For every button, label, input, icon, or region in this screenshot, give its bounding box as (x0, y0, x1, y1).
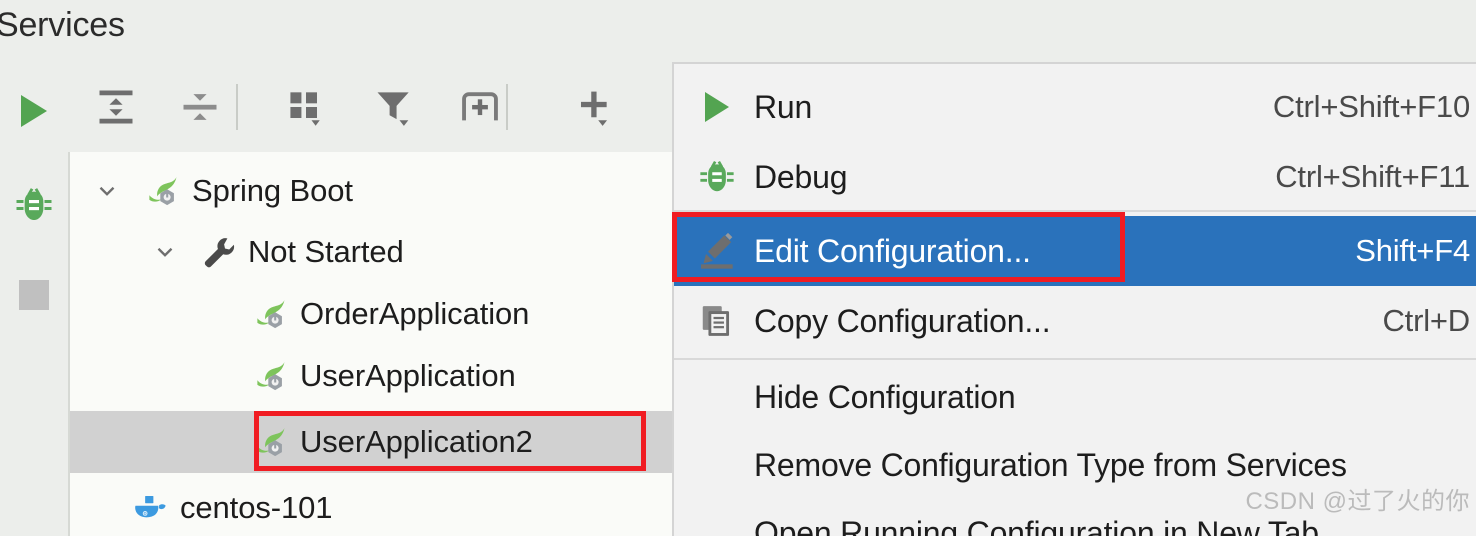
tree-row[interactable]: OrderApplication (70, 283, 672, 345)
menu-item-edit-configuration[interactable]: Edit Configuration... Shift+F4 (674, 216, 1476, 286)
menu-item-shortcut: Ctrl+Shift+F10 (1272, 89, 1470, 124)
menu-item-label: Run (754, 88, 813, 125)
menu-item-label: Hide Configuration (754, 378, 1016, 415)
gutter-debug-button[interactable] (0, 174, 68, 236)
copy-icon (692, 299, 742, 343)
debug-icon (692, 155, 742, 199)
wrench-icon (200, 233, 238, 271)
tree-row-label: UserApplication (300, 358, 516, 393)
debug-icon (16, 188, 52, 220)
group-by-icon (290, 92, 320, 126)
menu-item-label: Debug (754, 158, 848, 195)
spring-boot-icon (252, 423, 290, 461)
menu-item-label: Open Running Configuration in New Tab (754, 514, 1319, 536)
tree-row-label: centos-101 (180, 490, 333, 525)
services-tree[interactable]: Spring Boot Not Started OrderApplication… (70, 152, 672, 536)
filter-button[interactable] (360, 76, 428, 138)
add-tab-icon (462, 92, 498, 121)
group-by-button[interactable] (272, 76, 340, 138)
run-icon (692, 85, 742, 129)
collapse-all-icon (183, 94, 217, 120)
services-toolbar (68, 62, 672, 154)
tree-row-label: Spring Boot (192, 173, 353, 208)
tree-row-label: Not Started (248, 234, 404, 269)
tree-row-selected[interactable]: UserApplication2 (70, 411, 672, 473)
stop-icon (19, 280, 49, 310)
tree-row[interactable]: Not Started (70, 221, 672, 283)
tree-row-label: UserApplication2 (300, 424, 533, 459)
menu-item-run[interactable]: Run Ctrl+Shift+F10 (674, 72, 1476, 142)
menu-item-copy-configuration[interactable]: Copy Configuration... Ctrl+D (674, 286, 1476, 356)
no-icon (692, 375, 742, 419)
watermark: CSDN @过了火的你 (1245, 488, 1470, 515)
add-service-button[interactable] (560, 76, 628, 138)
menu-item-shortcut: Ctrl+Shift+F11 (1275, 159, 1470, 194)
spring-boot-icon (144, 172, 182, 210)
services-tool-window: Services Spring Boot Not Started OrderAp… (0, 0, 1476, 536)
menu-item-label: Copy Configuration... (754, 302, 1051, 339)
pencil-icon (692, 229, 742, 273)
menu-item-label: Edit Configuration... (754, 232, 1031, 269)
chevron-down-icon[interactable] (148, 235, 182, 269)
menu-separator (674, 358, 1476, 360)
expand-all-button[interactable] (82, 76, 150, 138)
gutter-stop-button[interactable] (0, 264, 68, 326)
toolbar-separator (236, 84, 238, 130)
tree-row[interactable]: UserApplication (70, 345, 672, 407)
expand-all-icon (99, 90, 133, 124)
no-icon (692, 443, 742, 487)
run-icon (21, 95, 47, 127)
tool-window-header: Services (0, 0, 1476, 62)
menu-item-label: Remove Configuration Type from Services (754, 446, 1347, 483)
tree-row[interactable]: o centos-101 (70, 477, 672, 536)
menu-item-shortcut: Shift+F4 (1355, 233, 1470, 268)
context-menu[interactable]: Run Ctrl+Shift+F10 Debug Ctrl+Shift+F11 … (672, 62, 1476, 536)
menu-item-shortcut: Ctrl+D (1382, 303, 1470, 338)
spring-boot-icon (252, 357, 290, 395)
page-title: Services (0, 6, 125, 44)
add-icon (580, 91, 608, 126)
menu-item-debug[interactable]: Debug Ctrl+Shift+F11 (674, 142, 1476, 212)
tree-row-label: OrderApplication (300, 296, 530, 331)
tree-row[interactable]: Spring Boot (70, 160, 672, 222)
svg-text:o: o (144, 511, 147, 517)
add-tab-button[interactable] (446, 76, 514, 138)
menu-item-hide-configuration[interactable]: Hide Configuration (674, 362, 1476, 432)
collapse-all-button[interactable] (166, 76, 234, 138)
spring-boot-icon (252, 295, 290, 333)
no-icon (692, 511, 742, 536)
gutter-run-button[interactable] (0, 80, 68, 142)
filter-icon (377, 92, 409, 126)
docker-icon: o (132, 489, 170, 527)
chevron-down-icon[interactable] (90, 174, 124, 208)
run-gutter (0, 62, 70, 536)
